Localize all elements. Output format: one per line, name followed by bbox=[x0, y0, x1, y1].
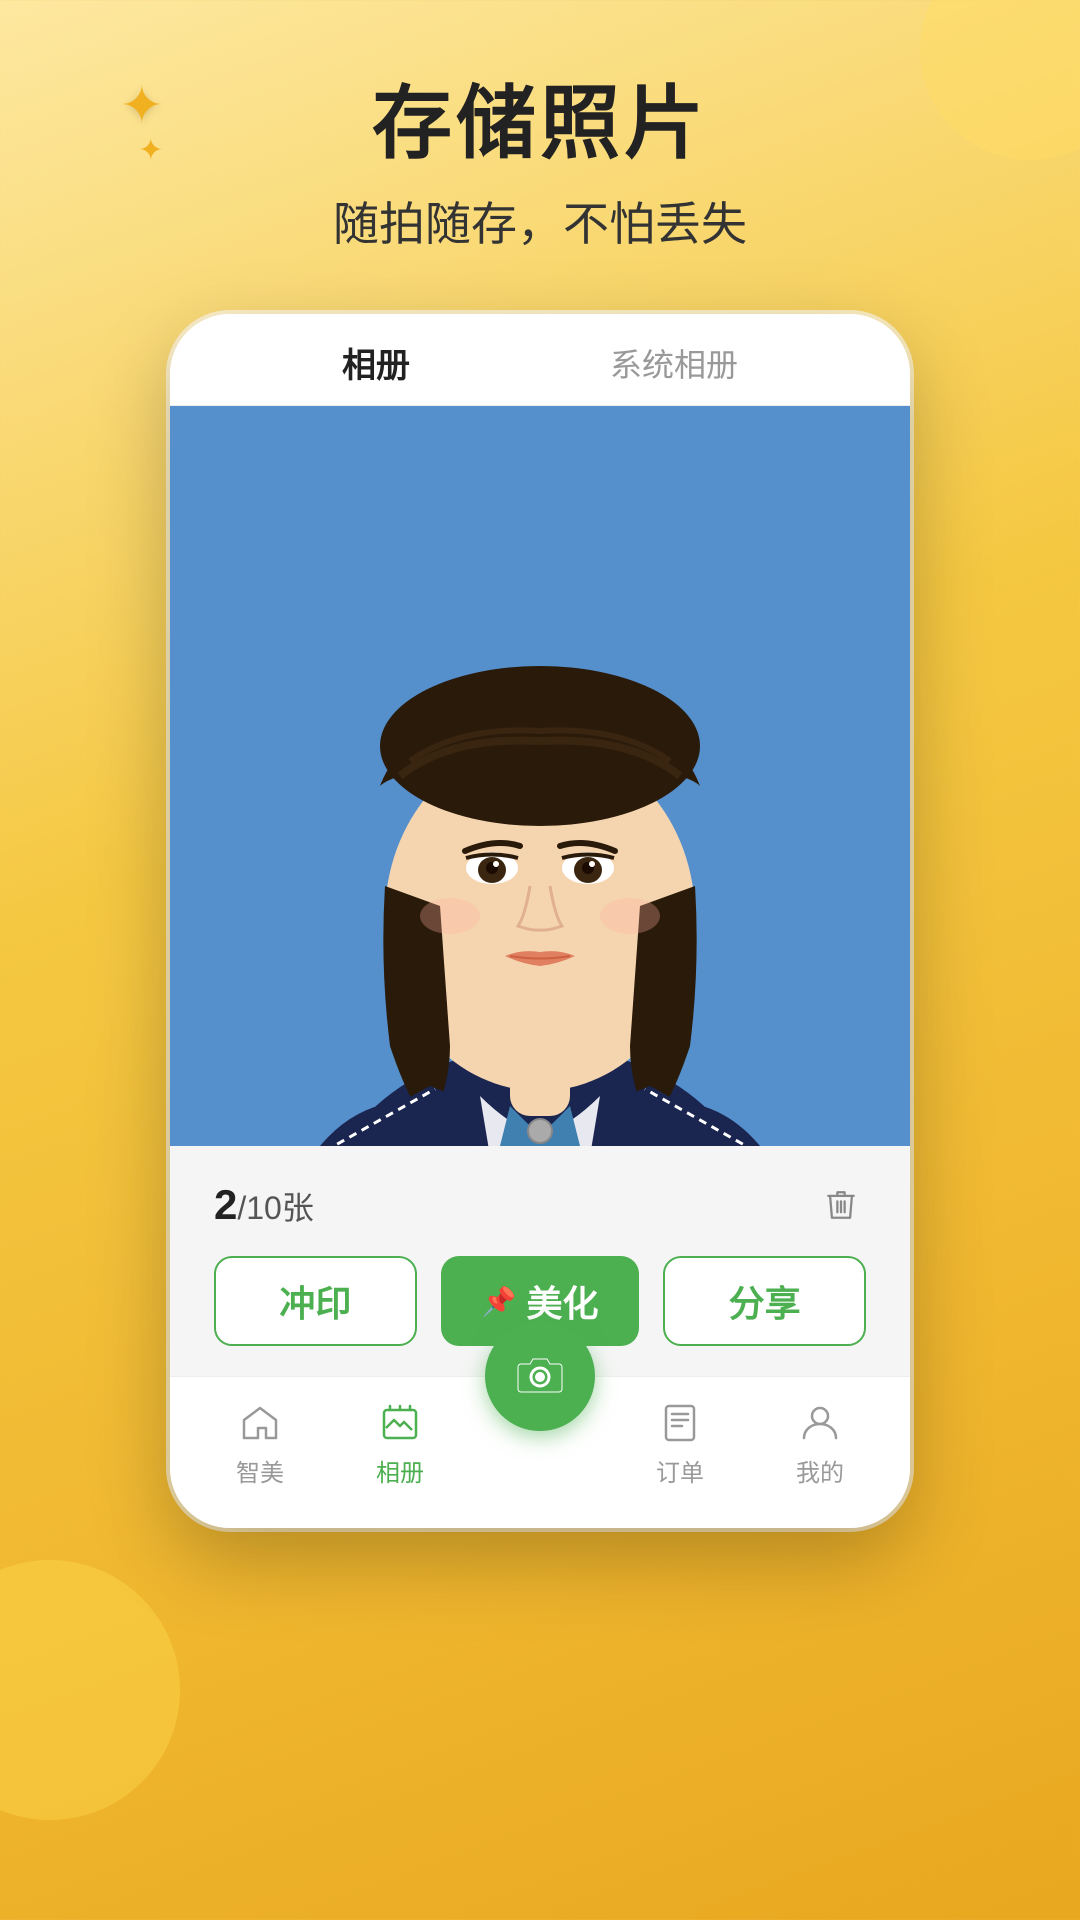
profile-icon bbox=[795, 1397, 845, 1447]
camera-fab-button[interactable] bbox=[485, 1321, 595, 1431]
count-current: 2 bbox=[214, 1181, 237, 1228]
nav-label-order: 订单 bbox=[656, 1453, 704, 1488]
count-slash: / bbox=[237, 1190, 246, 1226]
order-icon bbox=[655, 1397, 705, 1447]
star-large-icon: ✦ bbox=[120, 80, 164, 132]
photo-counter: 2/10张 bbox=[214, 1181, 314, 1229]
subtitle: 随拍随存，不怕丢失 bbox=[0, 188, 1080, 254]
print-button[interactable]: 冲印 bbox=[214, 1256, 417, 1346]
nav-item-order[interactable]: 订单 bbox=[620, 1397, 740, 1488]
nav-label-home: 智美 bbox=[236, 1453, 284, 1488]
count-unit: 张 bbox=[282, 1190, 314, 1226]
pin-icon: 📌 bbox=[482, 1285, 517, 1318]
bottom-safe-area bbox=[170, 1498, 910, 1508]
photo-area bbox=[170, 406, 910, 1146]
tab-system[interactable]: 系统相册 bbox=[610, 340, 738, 386]
album-icon bbox=[375, 1397, 425, 1447]
tab-album[interactable]: 相册 bbox=[342, 338, 410, 387]
nav-label-profile: 我的 bbox=[796, 1453, 844, 1488]
phone-top-bar: 相册 系统相册 bbox=[170, 314, 910, 406]
nav-item-profile[interactable]: 我的 bbox=[760, 1397, 880, 1488]
phone-container: 相册 系统相册 bbox=[0, 314, 1080, 1528]
nav-item-home[interactable]: 智美 bbox=[200, 1397, 320, 1488]
phone-mockup: 相册 系统相册 bbox=[170, 314, 910, 1528]
home-icon bbox=[235, 1397, 285, 1447]
count-total: 10 bbox=[246, 1190, 282, 1226]
bg-blob-bottom-left bbox=[0, 1560, 180, 1820]
photo-placeholder bbox=[170, 406, 910, 1146]
header-stars: ✦ ✦ bbox=[120, 80, 164, 166]
delete-icon[interactable] bbox=[816, 1180, 866, 1230]
header-section: ✦ ✦ 存储照片 随拍随存，不怕丢失 bbox=[0, 0, 1080, 294]
star-small-icon: ✦ bbox=[138, 136, 164, 166]
photo-counter-row: 2/10张 bbox=[210, 1170, 870, 1246]
share-button[interactable]: 分享 bbox=[663, 1256, 866, 1346]
phone-bottom: 智美 相册 bbox=[170, 1376, 910, 1528]
nav-item-album[interactable]: 相册 bbox=[340, 1397, 460, 1488]
nav-label-album: 相册 bbox=[376, 1453, 424, 1488]
